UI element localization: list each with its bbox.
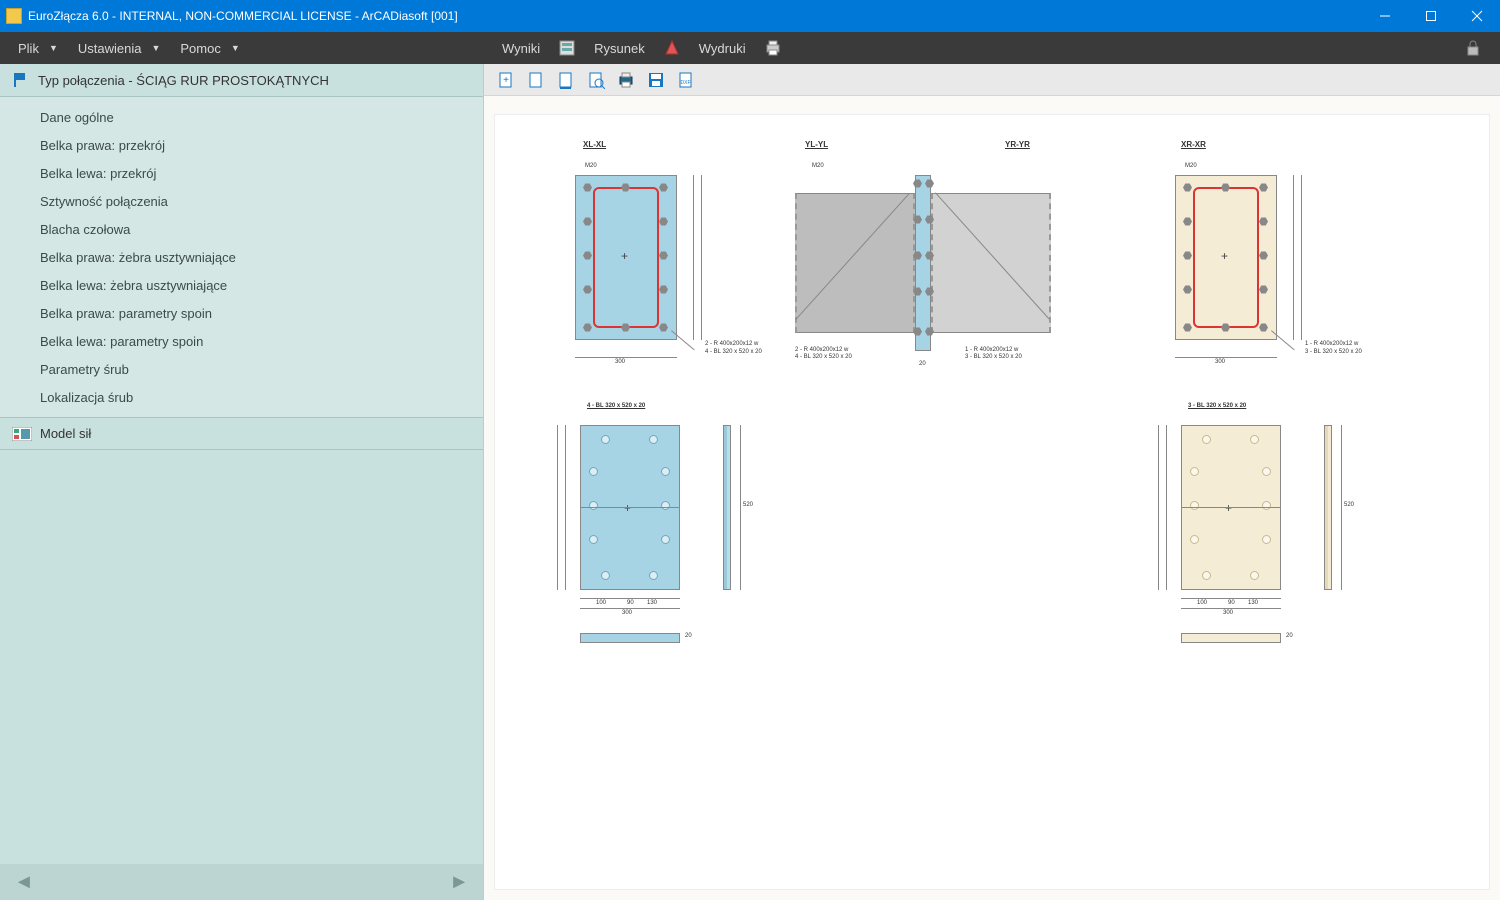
plate-bl-side xyxy=(723,425,731,590)
sidebar-item-bolt-params[interactable]: Parametry śrub xyxy=(0,355,483,383)
sidebar-item-beam-left-ribs[interactable]: Belka lewa: żebra usztywniające xyxy=(0,271,483,299)
blank-page-icon[interactable] xyxy=(526,70,546,90)
centroid-xr: + xyxy=(1221,249,1228,263)
sidebar-item-beam-left-section[interactable]: Belka lewa: przekrój xyxy=(0,159,483,187)
sidebar-item-end-plate[interactable]: Blacha czołowa xyxy=(0,215,483,243)
close-button[interactable] xyxy=(1454,0,1500,32)
menubar: Plik▼ Ustawienia▼ Pomoc▼ Wyniki Rysunek … xyxy=(0,32,1500,64)
sidebar-item-bolt-location[interactable]: Lokalizacja śrub xyxy=(0,383,483,411)
sidebar-item-beam-left-welds[interactable]: Belka lewa: parametry spoin xyxy=(0,327,483,355)
sidebar-item-stiffness[interactable]: Sztywność połączenia xyxy=(0,187,483,215)
menu-prints[interactable]: Wydruki xyxy=(689,32,756,64)
prev-button[interactable]: ◄ xyxy=(14,871,34,894)
svg-text:+: + xyxy=(503,75,509,86)
next-button[interactable]: ► xyxy=(449,871,469,894)
m20-label-l: M20 xyxy=(585,163,597,169)
drawing-icon xyxy=(663,39,681,57)
plate-right-title: 3 - BL 320 x 520 x 20 xyxy=(1188,403,1246,409)
print-icon[interactable] xyxy=(616,70,636,90)
plate-br-edge xyxy=(1181,633,1281,643)
endplate-center xyxy=(915,175,931,351)
section-connection-type-label: Typ połączenia - ŚCIĄG RUR PROSTOKĄTNYCH xyxy=(38,73,329,88)
sidebar: Typ połączenia - ŚCIĄG RUR PROSTOKĄTNYCH… xyxy=(0,64,484,900)
label-yr-yr: YR-YR xyxy=(1005,140,1030,149)
m20-label-m: M20 xyxy=(812,163,824,169)
plate-left-title: 4 - BL 320 x 520 x 20 xyxy=(587,403,645,409)
new-page-icon[interactable]: + xyxy=(496,70,516,90)
results-icon xyxy=(558,39,576,57)
label-xl-xl: XL-XL xyxy=(583,140,606,149)
label-xr-xr: XR-XR xyxy=(1181,140,1206,149)
maximize-button[interactable] xyxy=(1408,0,1454,32)
plate-br-side xyxy=(1324,425,1332,590)
menu-help[interactable]: Pomoc▼ xyxy=(170,32,249,64)
section-connection-type[interactable]: Typ połączenia - ŚCIĄG RUR PROSTOKĄTNYCH xyxy=(0,64,483,97)
minimize-button[interactable] xyxy=(1362,0,1408,32)
centroid-xl: + xyxy=(621,249,628,263)
app-icon xyxy=(6,8,22,24)
sidebar-item-general-data[interactable]: Dane ogólne xyxy=(0,103,483,131)
menu-file[interactable]: Plik▼ xyxy=(8,32,68,64)
flag-icon xyxy=(12,71,30,89)
section-force-model[interactable]: Model sił xyxy=(0,417,483,450)
beam-right xyxy=(931,193,1051,333)
label-yl-yl: YL-YL xyxy=(805,140,828,149)
window-title: EuroZłącza 6.0 - INTERNAL, NON-COMMERCIA… xyxy=(28,9,458,23)
drawing-toolbar: + DXF xyxy=(484,64,1500,96)
fit-page-icon[interactable] xyxy=(556,70,576,90)
menu-settings[interactable]: Ustawienia▼ xyxy=(68,32,171,64)
menu-results[interactable]: Wyniki xyxy=(492,32,550,64)
zoom-page-icon[interactable] xyxy=(586,70,606,90)
m20-label-r: M20 xyxy=(1185,163,1197,169)
force-model-icon xyxy=(12,427,32,441)
section-force-model-label: Model sił xyxy=(40,426,91,441)
sidebar-item-beam-right-welds[interactable]: Belka prawa: parametry spoin xyxy=(0,299,483,327)
save-icon[interactable] xyxy=(646,70,666,90)
plate-bl-edge xyxy=(580,633,680,643)
sidebar-item-beam-right-section[interactable]: Belka prawa: przekrój xyxy=(0,131,483,159)
lock-icon xyxy=(1464,39,1482,57)
right-pane: + DXF XL-XL YL-YL YR-YR XR-XR + M20 xyxy=(484,64,1500,900)
menu-drawing[interactable]: Rysunek xyxy=(584,32,655,64)
drawing-canvas[interactable]: XL-XL YL-YL YR-YR XR-XR + M20 300 xyxy=(494,114,1490,890)
sidebar-nav: ◄ ► xyxy=(0,864,483,900)
titlebar: EuroZłącza 6.0 - INTERNAL, NON-COMMERCIA… xyxy=(0,0,1500,32)
beam-left xyxy=(795,193,915,333)
sidebar-item-beam-right-ribs[interactable]: Belka prawa: żebra usztywniające xyxy=(0,243,483,271)
dxf-export-icon[interactable]: DXF xyxy=(676,70,696,90)
svg-text:DXF: DXF xyxy=(681,80,691,86)
sidebar-list: Dane ogólne Belka prawa: przekrój Belka … xyxy=(0,97,483,417)
window-controls xyxy=(1362,0,1500,32)
printer-icon xyxy=(764,39,782,57)
